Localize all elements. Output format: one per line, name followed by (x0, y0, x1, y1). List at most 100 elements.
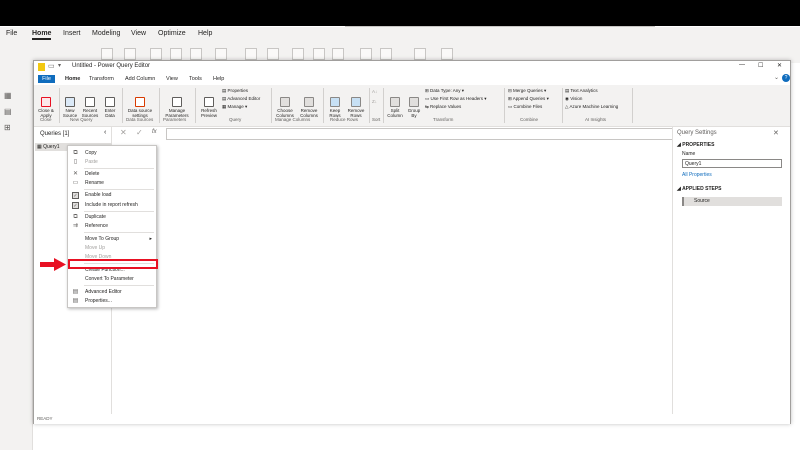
menu-item-move-up[interactable]: Move Up (68, 244, 156, 253)
tab-help[interactable]: Help (210, 75, 227, 83)
model-view-icon[interactable]: ⊞ (4, 123, 11, 132)
fx-icon[interactable]: fx (152, 129, 157, 135)
formula-bar: ✕ ✓ fx ⌄ (114, 127, 715, 141)
table-view-icon[interactable]: ▤ (4, 107, 12, 116)
data-type-dropdown[interactable]: ⊞ Data Type: Any ▾ (425, 88, 464, 94)
menu-item-advanced-editor-label: Advanced Editor (85, 289, 122, 295)
report-view-icon[interactable]: ▦ (4, 91, 12, 100)
text-analytics-button[interactable]: ▤ Text Analytics (565, 88, 598, 94)
pbi-menu-home[interactable]: Home (32, 30, 52, 40)
cancel-icon[interactable]: ✕ (120, 128, 127, 137)
save-icon[interactable]: ▭ (48, 62, 55, 70)
pbi-menu-bar: File Home Insert Modeling View Optimize … (0, 27, 800, 43)
collapse-queries-icon[interactable]: ‹ (104, 129, 106, 136)
tab-tools[interactable]: Tools (186, 75, 205, 83)
group-label-query: Query (229, 117, 242, 122)
menu-item-convert-parameter[interactable]: Convert To Parameter (68, 275, 156, 284)
refresh-preview-label: Refresh Preview (200, 108, 217, 118)
formula-input[interactable] (166, 128, 673, 140)
remove-columns-icon (304, 97, 314, 107)
collapse-ribbon-icon[interactable]: ⌄ (774, 74, 779, 81)
group-label-reduce-rows: Reduce Rows (330, 117, 359, 122)
merge-queries-button[interactable]: ⊟ Merge Queries ▾ (508, 88, 546, 94)
split-column-button[interactable]: Split Column (386, 87, 404, 123)
query-name-input[interactable]: Query1 (682, 159, 782, 168)
manage-dropdown-icon: ▾ (243, 104, 248, 109)
confirm-icon[interactable]: ✓ (136, 128, 143, 137)
menu-item-copy[interactable]: ⧉ Copy (68, 149, 156, 158)
append-queries-button[interactable]: ⊞ Append Queries ▾ (508, 96, 549, 102)
pbi-ribbon-icon (245, 48, 257, 60)
pbi-menu-insert[interactable]: Insert (63, 30, 81, 37)
split-column-label: Split Column (387, 108, 403, 118)
pbi-menu-optimize[interactable]: Optimize (158, 30, 186, 37)
properties-header[interactable]: ◢ PROPERTIES (677, 142, 714, 148)
tab-add-column[interactable]: Add Column (122, 75, 158, 83)
menu-item-duplicate[interactable]: ⧉ Duplicate (68, 213, 156, 222)
pbi-menu-view[interactable]: View (131, 30, 146, 37)
pbi-ribbon-icon (441, 48, 453, 60)
pbi-menu-modeling[interactable]: Modeling (92, 30, 120, 37)
minimize-button[interactable]: — (739, 62, 745, 68)
highlight-box (68, 259, 158, 269)
close-button[interactable]: ✕ (777, 62, 782, 69)
menu-item-move-to-group[interactable]: Move To Group ▸ (68, 235, 156, 244)
pbi-ribbon-icon (170, 48, 182, 60)
enter-data-button[interactable]: Enter Data (102, 87, 118, 123)
pbi-ribbon-icon (124, 48, 136, 60)
settings-title: Query Settings (677, 130, 717, 136)
azure-ml-button[interactable]: △ Azure Machine Learning (565, 104, 618, 110)
pbi-menu-file[interactable]: File (6, 30, 17, 37)
refresh-preview-button[interactable]: Refresh Preview (198, 87, 220, 123)
menu-item-delete[interactable]: ✕ Delete (68, 170, 156, 179)
use-first-row-label: Use First Row as Headers (430, 96, 484, 101)
title-bar: ▭ ▾ Untitled - Power Query Editor — ☐ ✕ (34, 61, 790, 74)
enter-data-icon (105, 97, 115, 107)
sort-ascending-icon[interactable]: A↓ (372, 89, 377, 94)
menu-item-advanced-editor[interactable]: ▤ Advanced Editor (68, 288, 156, 297)
menu-item-paste[interactable]: ▯ Paste (68, 158, 156, 167)
maximize-button[interactable]: ☐ (758, 62, 763, 69)
applied-step[interactable]: Source (682, 197, 782, 206)
vision-button[interactable]: ◉ Vision (565, 96, 582, 102)
group-label-data-sources: Data Sources (126, 117, 154, 122)
data-type-label: Data Type: Any (430, 88, 461, 93)
applied-steps-header[interactable]: ◢ APPLIED STEPS (677, 186, 722, 192)
replace-values-button[interactable]: ⇆ Replace Values (425, 104, 461, 110)
tab-home[interactable]: Home (62, 75, 83, 83)
menu-item-enable-load[interactable]: ✓ Enable load (68, 191, 156, 200)
group-by-button[interactable]: Group By (406, 87, 422, 123)
pbi-ribbon-icon (332, 48, 344, 60)
properties-button[interactable]: ▤ Properties (222, 88, 248, 94)
sort-descending-icon[interactable]: Z↓ (372, 99, 377, 104)
tab-view[interactable]: View (163, 75, 181, 83)
menu-item-copy-label: Copy (85, 150, 97, 156)
manage-label: Manage (227, 104, 244, 109)
text-analytics-label: Text Analytics (570, 88, 598, 93)
ribbon-separator (323, 88, 324, 123)
close-settings-icon[interactable]: ✕ (773, 129, 779, 137)
pbi-ribbon-icon (313, 48, 325, 60)
pbi-ribbon-icon (267, 48, 279, 60)
menu-item-include-refresh[interactable]: ✓ Include in report refresh (68, 201, 156, 210)
tab-transform[interactable]: Transform (86, 75, 117, 83)
menu-item-reference[interactable]: ⇉ Reference (68, 222, 156, 231)
use-first-row-dropdown-icon: ▾ (483, 96, 487, 101)
data-type-dropdown-icon: ▾ (460, 88, 464, 93)
advanced-editor-ribbon-button[interactable]: ▤ Advanced Editor (222, 96, 260, 102)
menu-item-properties[interactable]: ▤ Properties... (68, 297, 156, 306)
tab-file[interactable]: File (38, 75, 55, 83)
advanced-editor-icon: ▤ (72, 289, 79, 295)
menu-item-rename[interactable]: ▭ Rename (68, 179, 156, 188)
ribbon-separator (369, 88, 370, 123)
enter-data-label: Enter Data (104, 108, 116, 118)
all-properties-link[interactable]: All Properties (682, 172, 712, 178)
pbi-menu-help[interactable]: Help (198, 30, 212, 37)
quick-access-dropdown-icon[interactable]: ▾ (58, 62, 61, 69)
use-first-row-button[interactable]: ▭ Use First Row as Headers ▾ (425, 96, 487, 102)
group-label-combine: Combine (520, 117, 539, 122)
combine-files-button[interactable]: ▭ Combine Files (508, 104, 542, 110)
manage-button[interactable]: ▦ Manage ▾ (222, 104, 247, 110)
help-icon[interactable]: ? (782, 74, 790, 82)
ribbon-separator (195, 88, 196, 123)
